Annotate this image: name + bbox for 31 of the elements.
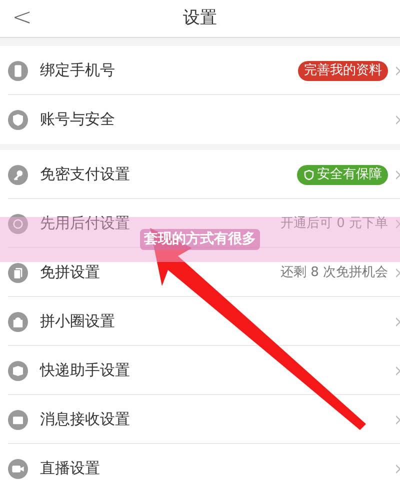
setting-label[interactable]: 消息接收设置	[40, 408, 130, 431]
hint-text: 还剩 8 次免拼机会	[280, 264, 388, 282]
key-icon	[8, 164, 28, 184]
phone-icon	[8, 60, 28, 80]
page-title: 设置	[183, 6, 217, 30]
mail-icon	[8, 410, 28, 430]
hint-text: 开通后可 0 元下单	[280, 214, 388, 233]
chevron-icon	[396, 316, 400, 326]
back-button[interactable]: <	[12, 0, 32, 34]
shield-icon	[8, 110, 28, 130]
chevron-icon	[396, 366, 400, 376]
setting-label[interactable]: 账号与安全	[40, 108, 115, 131]
chevron-icon	[396, 414, 400, 424]
chevron-icon	[396, 170, 400, 180]
shield-icon	[303, 168, 315, 180]
setting-label[interactable]: 直播设置	[40, 457, 100, 480]
setting-label[interactable]: 拼小圈设置	[40, 310, 115, 333]
chevron-icon	[396, 218, 400, 228]
security-badge: 安全有保障	[297, 164, 388, 184]
chevron-icon	[396, 268, 400, 278]
chevron-icon	[396, 66, 400, 76]
setting-label[interactable]: 免拼设置	[40, 261, 100, 284]
profile-badge[interactable]: 完善我的资料	[298, 60, 388, 80]
setting-label[interactable]: 绑定手机号	[40, 59, 115, 82]
setting-label[interactable]: 免密支付设置	[40, 163, 130, 186]
caption-text: 套现的方式有很多	[140, 229, 260, 250]
chevron-icon	[396, 114, 400, 124]
setting-label[interactable]: 快递助手设置	[40, 359, 130, 382]
chevron-icon	[396, 464, 400, 474]
bag-icon	[8, 312, 28, 332]
cards-icon	[8, 262, 28, 282]
